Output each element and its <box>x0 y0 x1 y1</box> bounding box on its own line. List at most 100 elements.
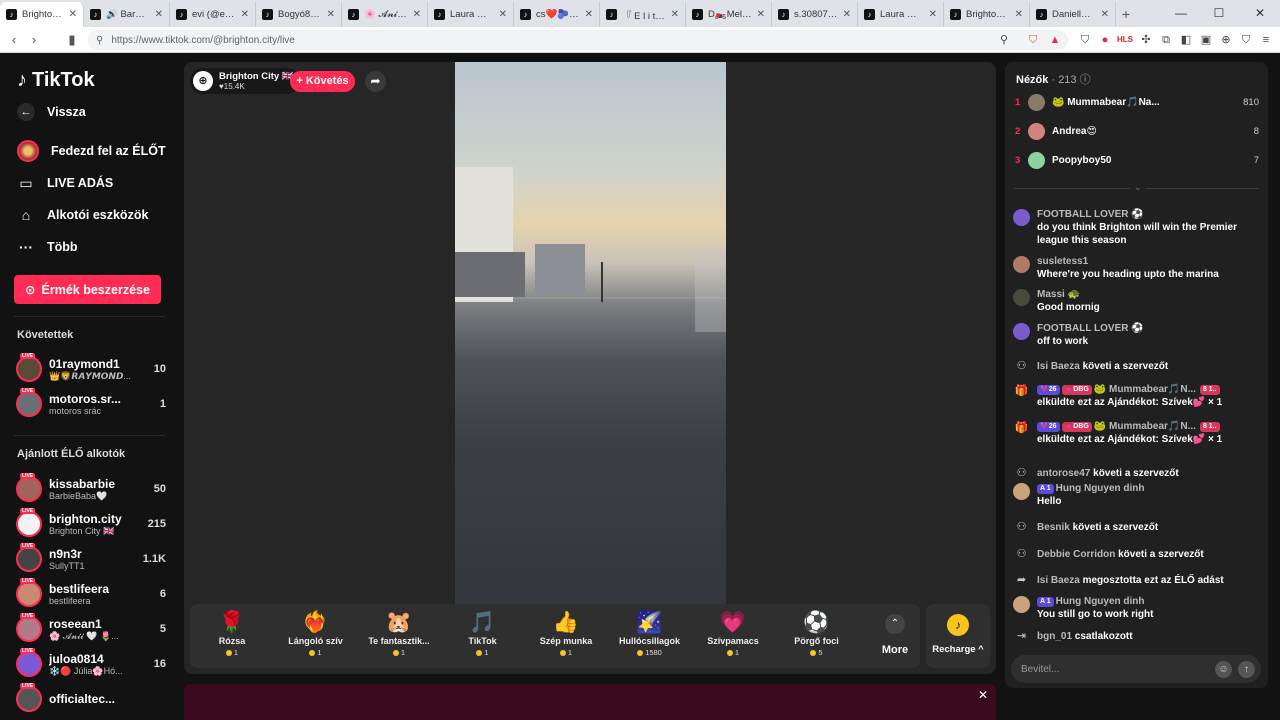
browser-tab[interactable]: ♪ s.30807 (@s.3 ✕ <box>772 2 858 27</box>
gift-item[interactable]: ⚽ Pörgő foci 5 <box>775 604 859 668</box>
get-coins-button[interactable]: ⊙ Érmék beszerzése <box>14 275 161 304</box>
rewards-icon[interactable]: ▲ <box>1047 32 1063 48</box>
forward-arrow-icon[interactable]: › <box>24 30 44 50</box>
browser-tab[interactable]: ♪ Bogyó87🥒🥒 ✕ <box>256 2 342 27</box>
gift-item[interactable]: 🌠 Hullócsillagok 1580 <box>608 604 692 668</box>
brave-shield-icon[interactable]: ⛉ <box>1025 32 1041 48</box>
chat-message[interactable]: ⚇ antorose47 követi a szervezőt <box>1013 465 1261 482</box>
browser-tab[interactable]: ♪ 『 E l i t e C ✕ <box>600 2 686 27</box>
bookmark-icon[interactable]: ▮ <box>62 30 82 50</box>
gift-item[interactable]: 💗 Szívpamacs 1 <box>691 604 775 668</box>
account-item[interactable]: kissabarbieBarbieBaba🤍 50 <box>16 473 166 505</box>
account-item[interactable]: juloa0814❄️🔴 Júlia🌸Hó... 16 <box>16 648 166 680</box>
extension-icon[interactable]: ● <box>1097 32 1113 48</box>
recharge-button[interactable]: ♪ Recharge ^ <box>926 604 990 668</box>
puzzle-icon[interactable]: ✣ <box>1138 32 1154 48</box>
wallet-icon[interactable]: ▣ <box>1198 32 1214 48</box>
back-button[interactable]: ← Vissza <box>17 103 86 121</box>
gift-item[interactable]: ❤️‍🔥 Lángoló szív 1 <box>274 604 358 668</box>
menu-icon[interactable]: ≡ <box>1258 32 1274 48</box>
chat-message[interactable]: FOOTBALL LOVER ⚽ off to work <box>1013 322 1261 348</box>
browser-tab[interactable]: ♪ Laura 🗺🚂🚜 ✕ <box>858 2 944 27</box>
extension-icon[interactable]: HLS <box>1117 32 1133 48</box>
browser-tab[interactable]: ♪ cs❤️🫐Dareidi ✕ <box>514 2 600 27</box>
chat-message[interactable]: 🎁 💜26 💗DBG 🐸 Mummabear🎵N... 8 1.. elküldte ez… <box>1013 383 1261 409</box>
chat-message[interactable]: FOOTBALL LOVER ⚽ do you think Brighton wi… <box>1013 208 1261 247</box>
chat-message[interactable]: susletess1 Where're you heading upto the … <box>1013 255 1261 281</box>
tiktok-logo[interactable]: ♪ TikTok <box>17 69 95 92</box>
shield-icon[interactable]: ⛉ <box>1238 32 1254 48</box>
emoji-icon[interactable]: ☺ <box>1215 660 1232 678</box>
nav-more[interactable]: ··· Több <box>17 238 78 256</box>
browser-tab[interactable]: ♪ Brighton C ✕ <box>0 2 84 27</box>
browser-tab[interactable]: ♪ Daniella🌋D ✕ <box>1030 2 1116 27</box>
account-item[interactable]: motoros.sr...motoros srác 1 <box>16 388 166 420</box>
new-tab-button[interactable]: + <box>1116 2 1136 27</box>
chat-message[interactable]: Massi 🐢 Good mornig <box>1013 288 1261 314</box>
close-icon[interactable]: ✕ <box>413 9 421 20</box>
browser-tab[interactable]: ♪ D🏍️Melcsi ✕ <box>686 2 772 27</box>
account-item[interactable]: bestlifeerabestlifeera 6 <box>16 578 166 610</box>
close-icon[interactable]: ✕ <box>1101 9 1109 20</box>
close-icon[interactable]: ✕ <box>499 9 507 20</box>
follow-button[interactable]: + Követés <box>290 71 355 92</box>
close-window-button[interactable]: ✕ <box>1240 0 1280 27</box>
gift-item[interactable]: 🐹 Te fantasztik... 1 <box>357 604 441 668</box>
close-icon[interactable]: ✕ <box>241 9 249 20</box>
close-icon[interactable]: ✕ <box>155 9 163 20</box>
close-icon[interactable]: ✕ <box>929 9 937 20</box>
account-item[interactable]: n9n3rSullyTT1 1.1K <box>16 543 166 575</box>
site-info-icon[interactable]: ⚲ <box>96 35 103 46</box>
close-icon[interactable]: ✕ <box>585 9 593 20</box>
chat-message[interactable]: 🎁 💜26 💗DBG 🐸 Mummabear🎵N... 8 1.. elküldte ez… <box>1013 420 1261 446</box>
host-info[interactable]: ⊕ Brighton City 🇬🇧 ♥15.4K <box>190 68 300 94</box>
address-bar[interactable]: ⚲ https://www.tiktok.com/@brighton.city/… <box>88 30 1068 50</box>
chat-message[interactable]: ⇥ bgn_01 csatlakozott <box>1013 628 1261 645</box>
close-icon[interactable]: ✕ <box>69 9 77 20</box>
close-icon[interactable]: ✕ <box>757 9 765 20</box>
chat-message[interactable]: ➦ Isi Baeza megosztotta ezt az ÉLŐ adást <box>1013 572 1261 589</box>
account-item[interactable]: brighton.cityBrighton City 🇬🇧 215 <box>16 508 166 540</box>
back-arrow-icon[interactable]: ‹ <box>4 30 24 50</box>
sidebar-toggle-icon[interactable]: ◧ <box>1178 32 1194 48</box>
chat-input[interactable]: Bevitel... ☺ ↑ <box>1011 655 1261 683</box>
chat-message[interactable]: ⚇ Debbie Corridon követi a szervezőt <box>1013 546 1261 563</box>
browser-tab[interactable]: ♪ 🌸 𝓐𝓷𝓲𝓲 🤍 🌷 ✕ <box>342 2 428 27</box>
live-video[interactable] <box>455 62 726 604</box>
chat-message[interactable]: ⚇ Besnik követi a szervezőt <box>1013 519 1261 536</box>
maximize-button[interactable]: ☐ <box>1199 0 1239 27</box>
top-viewer-row[interactable]: 2 Andrea😍 8 <box>1015 121 1259 141</box>
gift-item[interactable]: 🎵 TikTok 1 <box>441 604 525 668</box>
vpn-icon[interactable]: ⊕ <box>1218 32 1234 48</box>
account-item[interactable]: 01raymond1👑🦁𝙍𝘼𝙔𝙈𝙊𝙉𝘿... 10 <box>16 353 166 385</box>
minimize-button[interactable]: — <box>1161 0 1201 27</box>
nav-explore-live[interactable]: Fedezd fel az ÉLŐT <box>17 140 166 162</box>
more-gifts-button[interactable]: ⌃ More <box>870 604 920 668</box>
account-item[interactable]: roseean1🌸 𝓐𝓷𝓲𝓲 🤍 🌷... 5 <box>16 613 166 645</box>
browser-tab[interactable]: ♪ Laura 🗺🚂🚜 ✕ <box>428 2 514 27</box>
extension-icon[interactable]: ⛉ <box>1077 32 1093 48</box>
close-icon[interactable]: ✕ <box>1015 9 1023 20</box>
close-icon[interactable]: ✕ <box>327 9 335 20</box>
nav-creator-tools[interactable]: ⌂ Alkotói eszközök <box>17 206 149 224</box>
gift-item[interactable]: 👍 Szép munka 1 <box>524 604 608 668</box>
close-icon[interactable]: ✕ <box>671 9 679 20</box>
chat-message[interactable]: ⚇ Isi Baeza követi a szervezőt <box>1013 358 1261 375</box>
zoom-icon[interactable]: ⚲ <box>996 32 1012 48</box>
share-icon[interactable]: ➦ <box>365 71 386 92</box>
top-viewer-row[interactable]: 1 🐸 Mummabear🎵Na... 810 <box>1015 92 1259 112</box>
extension-icon[interactable]: ⧉ <box>1158 32 1174 48</box>
browser-tab[interactable]: ♪ evi (@evi0013 ✕ <box>170 2 256 27</box>
browser-tab[interactable]: ♪ 🔊 BarbieBaba ✕ <box>84 2 170 27</box>
close-icon[interactable]: ✕ <box>976 688 990 702</box>
send-icon[interactable]: ↑ <box>1238 660 1255 678</box>
chevron-down-icon[interactable]: ⌄ <box>1130 182 1146 193</box>
browser-tab[interactable]: ♪ Brighton City ✕ <box>944 2 1030 27</box>
nav-go-live[interactable]: ▭ LIVE ADÁS <box>17 174 113 192</box>
gift-item[interactable]: 🌹 Rózsa 1 <box>190 604 274 668</box>
chat-message[interactable]: A 1 Hung Nguyen dinh Hello <box>1013 482 1261 508</box>
chat-message[interactable]: A 1 Hung Nguyen dinh You still go to work … <box>1013 595 1261 621</box>
info-icon[interactable]: ⓘ <box>1080 74 1091 86</box>
top-viewer-row[interactable]: 3 Poopyboy50 7 <box>1015 150 1259 170</box>
close-icon[interactable]: ✕ <box>843 9 851 20</box>
